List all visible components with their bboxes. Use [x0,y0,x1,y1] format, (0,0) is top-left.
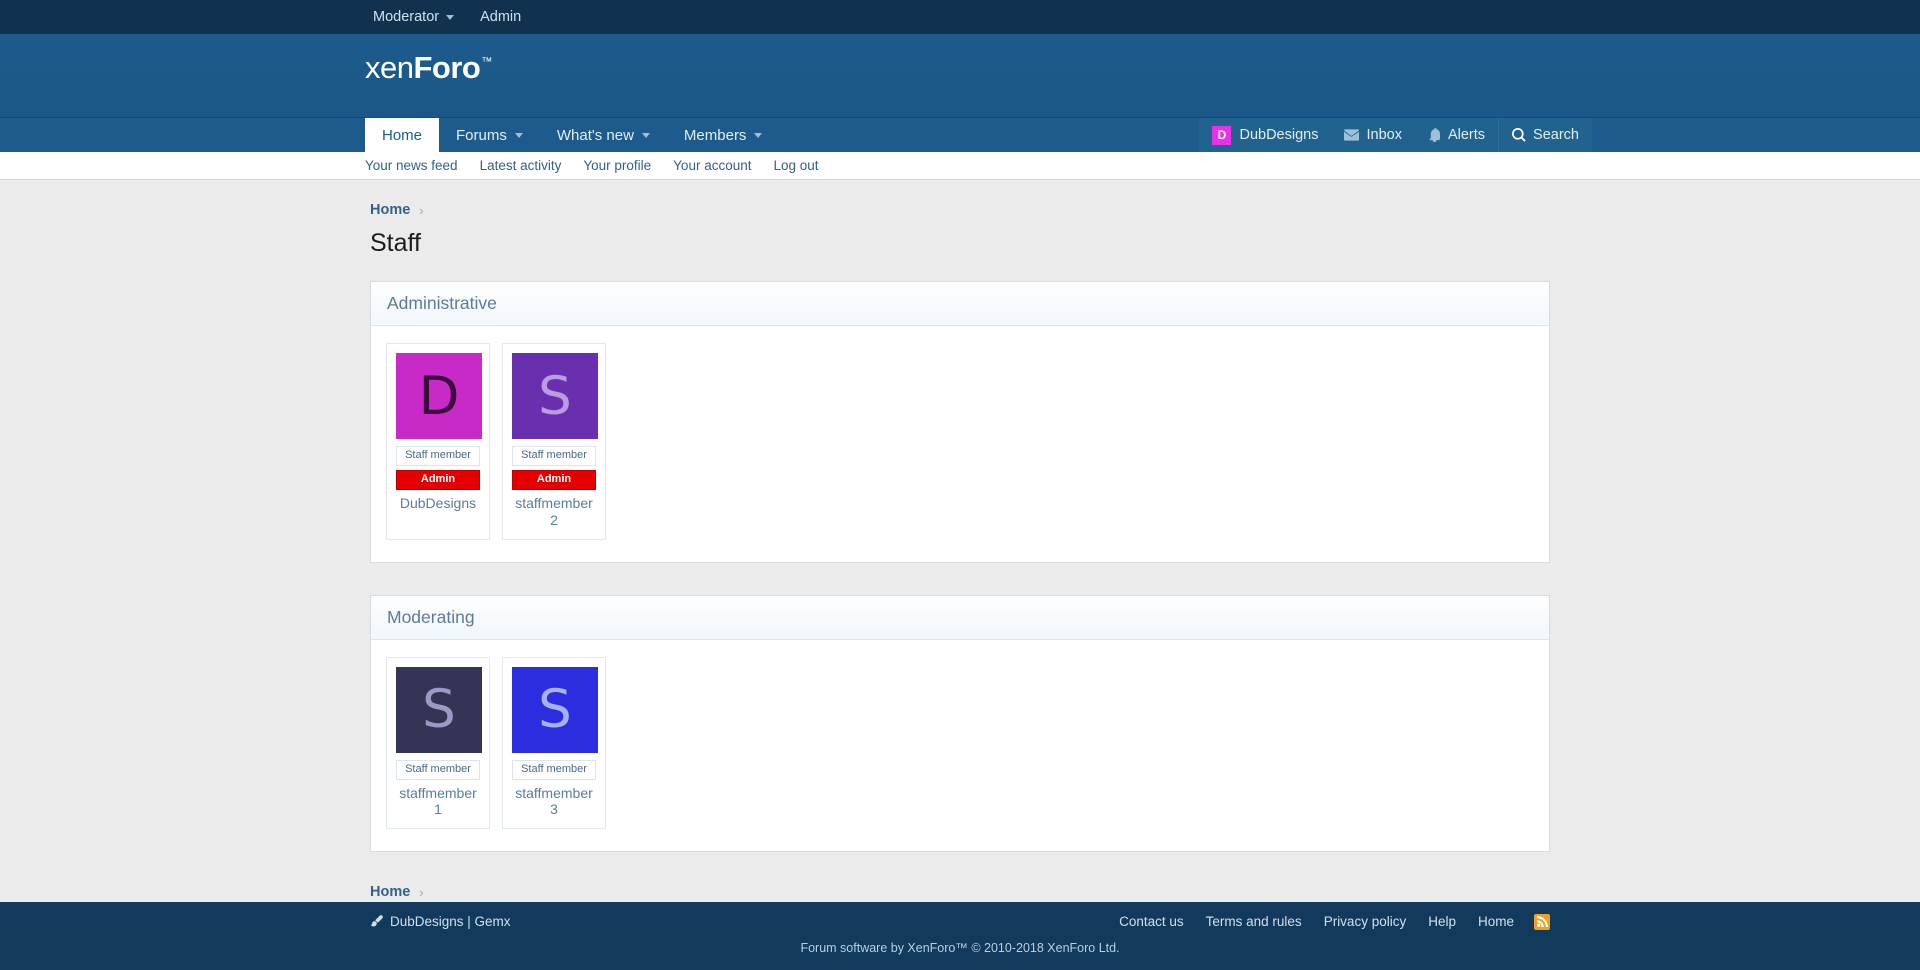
logo-text-bold: Foro [413,50,481,85]
main-content: Home › Staff Administrative D Staff memb… [0,180,1920,902]
nav-item-label: Forums [456,126,507,144]
logo-trademark: ™ [481,56,492,68]
footer-link-contact-us[interactable]: Contact us [1119,915,1184,929]
chevron-down-icon [641,132,650,138]
breadcrumb-bottom: Home › [370,884,1550,900]
member-grid: D Staff member Admin DubDesigns S Staff … [371,326,1549,562]
staff-bar-item-admin[interactable]: Admin [480,10,521,25]
envelope-icon [1344,129,1360,141]
search-label: Search [1533,126,1579,143]
subnav-item-your-profile[interactable]: Your profile [583,159,651,173]
nav-item-forums[interactable]: Forums [439,118,540,152]
avatar: D [1212,125,1232,145]
account-username: DubDesigns [1239,126,1319,143]
site-footer: DubDesigns | Gemx Contact us Terms and r… [0,901,1920,970]
avatar: S [512,666,598,753]
footer-brand-label: DubDesigns | Gemx [390,914,511,929]
primary-navigation: Home Forums What's new Members D DubDesi… [0,118,1920,152]
chevron-down-icon [514,132,523,138]
member-card-staffmember1[interactable]: S Staff member staffmember1 [386,656,490,830]
member-username[interactable]: staffmember2 [512,495,596,529]
member-card-staffmember2[interactable]: S Staff member Admin staffmember2 [502,343,606,540]
page-title: Staff [370,229,421,257]
footer-links: Contact us Terms and rules Privacy polic… [1097,913,1550,930]
member-username[interactable]: DubDesigns [396,495,480,512]
footer-link-privacy-policy[interactable]: Privacy policy [1324,915,1407,929]
bell-icon [1428,128,1441,142]
subnav-item-your-news-feed[interactable]: Your news feed [365,159,458,173]
xenforo-logo[interactable]: xenForo™ [365,50,492,85]
breadcrumb-separator: › [419,202,424,218]
footer-copyright: Forum software by XenForo™ © 2010-2018 X… [800,940,1120,955]
search-icon [1512,128,1526,142]
nav-item-label: Members [683,126,747,144]
secondary-navigation: Your news feed Latest activity Your prof… [0,152,1920,180]
avatar: D [396,353,482,439]
rss-icon[interactable] [1534,913,1550,930]
alerts-label: Alerts [1447,126,1486,143]
nav-item-members[interactable]: Members [667,118,780,152]
nav-list: Home Forums What's new Members [365,118,779,152]
logo-row: xenForo™ [0,34,1920,83]
subnav-item-latest-activity[interactable]: Latest activity [480,159,562,173]
nav-item-label: Home [382,126,423,144]
member-grid: S Staff member staffmember1 S Staff memb… [371,640,1549,852]
status-badge-staff: Staff member [396,446,480,466]
section-title: Moderating [371,595,1549,640]
footer-link-terms-and-rules[interactable]: Terms and rules [1206,915,1302,929]
staff-bar-item-label: Admin [480,8,522,25]
status-badge-admin: Admin [512,470,596,490]
page-root: Moderator Admin xenForo™ Home Forums Wha… [0,0,1920,970]
breadcrumb-separator: › [419,884,424,900]
breadcrumb-home[interactable]: Home [370,884,410,900]
site-header: xenForo™ [0,34,1920,118]
nav-item-home[interactable]: Home [365,118,440,152]
footer-style-chooser[interactable]: DubDesigns | Gemx [370,914,511,929]
nav-item-label: What's new [556,126,634,144]
footer-link-home[interactable]: Home [1478,915,1514,929]
member-username[interactable]: staffmember1 [396,785,480,819]
chevron-down-icon [446,14,455,20]
status-badge-staff: Staff member [396,759,480,780]
avatar: S [396,666,482,753]
subnav-item-your-account[interactable]: Your account [673,159,751,173]
section-title: Administrative [371,282,1549,326]
member-card-staffmember3[interactable]: S Staff member staffmember3 [502,656,606,830]
breadcrumb: Home › [370,202,1550,218]
avatar: S [512,353,598,439]
nav-item-whats-new[interactable]: What's new [540,118,667,152]
logo-text-light: xen [365,50,414,85]
chevron-down-icon [754,132,763,138]
search-button[interactable]: Search [1498,118,1592,152]
status-badge-staff: Staff member [512,446,596,466]
account-bar: D DubDesigns Inbox Alerts Search [1199,118,1592,152]
subnav-item-log-out[interactable]: Log out [773,159,818,173]
staff-bar: Moderator Admin [0,0,1920,34]
staff-bar-item-label: Moderator [373,8,440,25]
status-badge-admin: Admin [396,470,480,490]
breadcrumb-home[interactable]: Home [370,202,410,218]
content-container: Home › Staff Administrative D Staff memb… [370,202,1550,900]
section-administrative: Administrative D Staff member Admin DubD… [370,281,1550,563]
footer-row: DubDesigns | Gemx Contact us Terms and r… [370,902,1550,942]
paintbrush-icon [370,915,383,928]
member-username[interactable]: staffmember3 [512,785,596,819]
inbox-label: Inbox [1366,126,1402,143]
footer-link-help[interactable]: Help [1428,915,1456,929]
inbox-button[interactable]: Inbox [1331,118,1414,152]
staff-bar-item-moderator[interactable]: Moderator [373,8,455,25]
member-card-dubdesigns[interactable]: D Staff member Admin DubDesigns [386,343,490,540]
account-menu-button[interactable]: D DubDesigns [1199,118,1331,152]
status-badge-staff: Staff member [512,759,596,780]
alerts-button[interactable]: Alerts [1415,118,1498,152]
section-moderating: Moderating S Staff member staffmember1 S… [370,594,1550,853]
